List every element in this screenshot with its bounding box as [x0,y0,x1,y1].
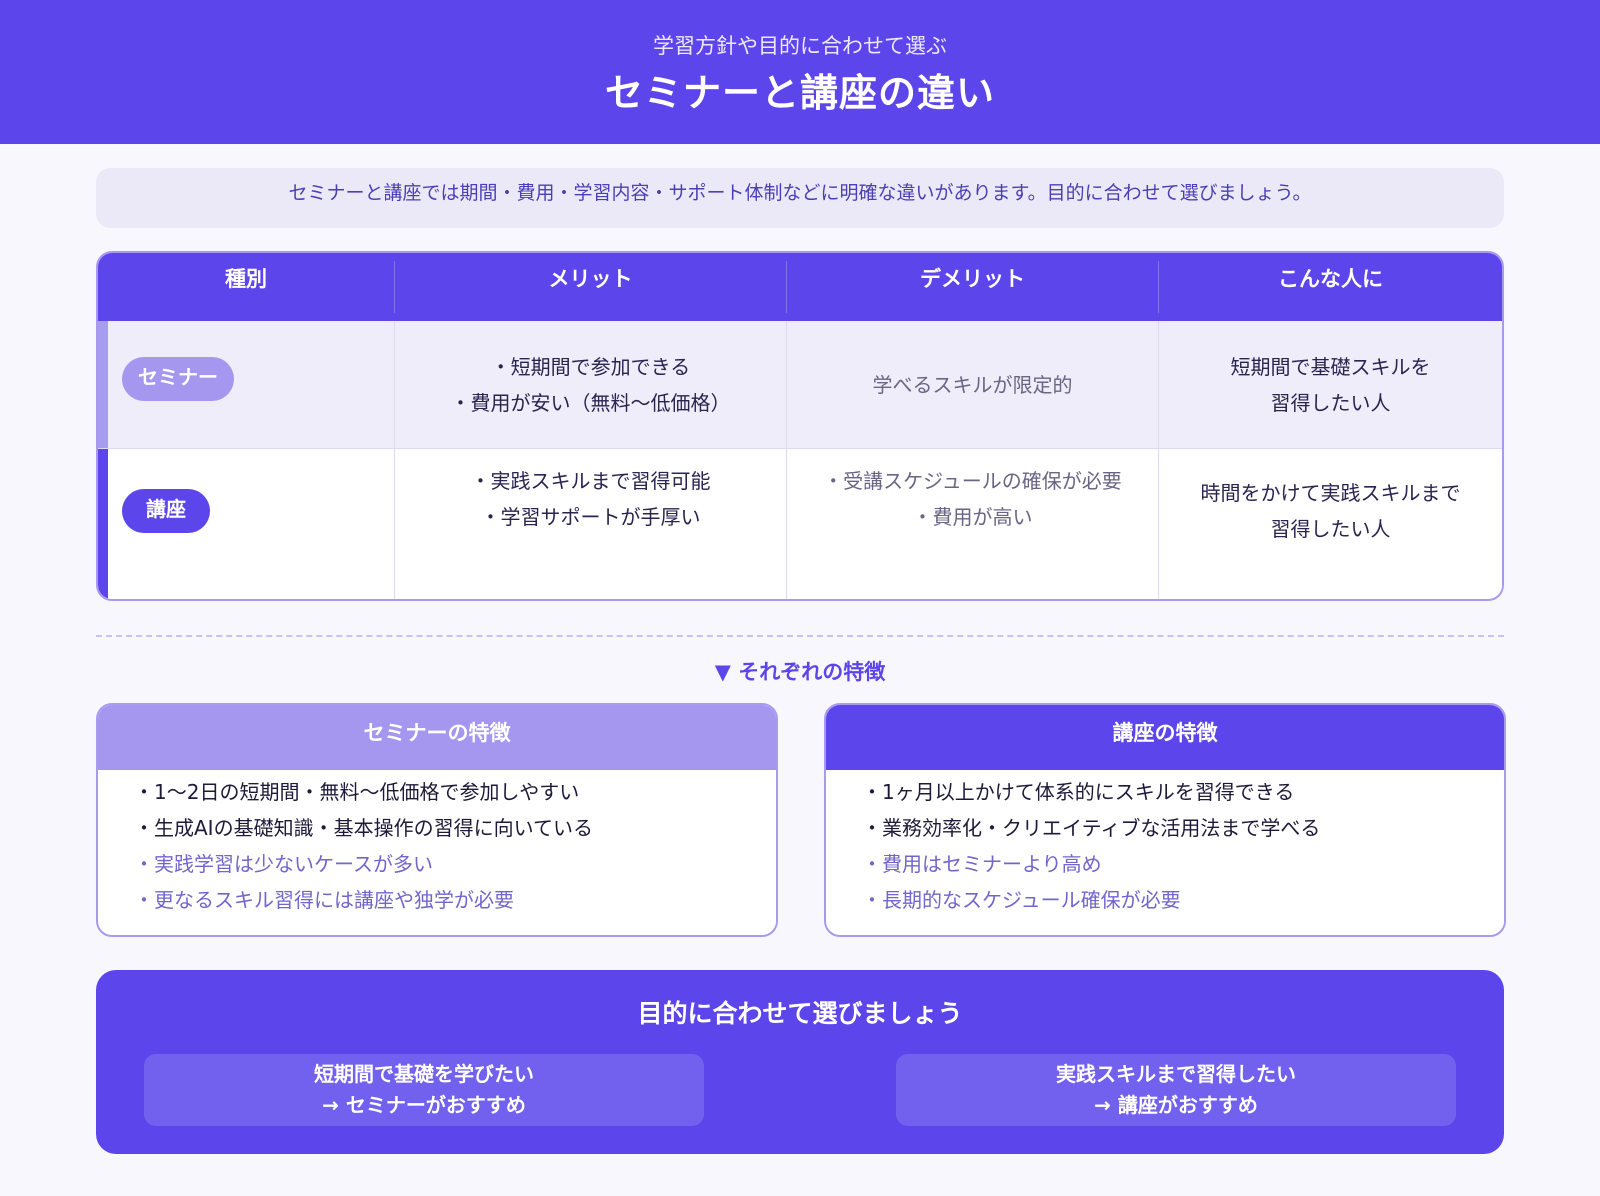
recommend-course: 実践スキルまで習得したい → 講座がおすすめ [896,1054,1456,1126]
target-cell: 時間をかけて実践スキルまで 習得したい人 [1158,449,1502,599]
card-title: 講座の特徴 [826,705,1504,770]
list-item: ・業務効率化・クリエイティブな活用法まで学べる [862,816,1321,840]
list-item: ・更なるスキル習得には講座や独学が必要 [134,888,514,912]
recommendation-panel: 目的に合わせて選びましょう 短期間で基礎を学びたい → セミナーがおすすめ 実践… [96,970,1504,1154]
card-title: セミナーの特徴 [98,705,776,770]
demerit-cell: ・受講スケジュールの確保が必要 ・費用が高い [786,449,1158,599]
list-item: ・長期的なスケジュール確保が必要 [862,888,1181,912]
recommendation-title: 目的に合わせて選びましょう [637,999,963,1028]
intro-banner: セミナーと講座では期間・費用・学習内容・サポート体制などに明確な違いがあります。… [96,168,1504,228]
feature-list: ・1〜2日の短期間・無料〜低価格で参加しやすい ・生成AIの基礎知識・基本操作の… [98,770,776,918]
header-demerit: デメリット [786,261,1158,313]
page-title: セミナーと講座の違い [604,71,995,115]
course-features-card: 講座の特徴 ・1ヶ月以上かけて体系的にスキルを習得できる ・業務効率化・クリエイ… [824,703,1506,937]
merit-line: ・費用が安い（無料〜低価格） [450,390,731,415]
list-item: ・費用はセミナーより高め [862,852,1102,876]
recommend-seminar: 短期間で基礎を学びたい → セミナーがおすすめ [144,1054,704,1126]
list-item: ・実践学習は少ないケースが多い [134,852,433,876]
header-target: こんな人に [1158,261,1502,313]
demerit-cell: 学べるスキルが限定的 [786,321,1158,448]
merit-line: ・学習サポートが手厚い [480,505,701,529]
header-merit: メリット [394,261,786,313]
target-line: 習得したい人 [1270,517,1391,541]
demerit-line: ・費用が高い [912,505,1033,529]
recommend-line: 短期間で基礎を学びたい [314,1062,534,1086]
feature-list: ・1ヶ月以上かけて体系的にスキルを習得できる ・業務効率化・クリエイティブな活用… [826,770,1504,918]
merit-line: ・短期間で参加できる [490,354,691,379]
header-type: 種別 [225,267,267,291]
page-header: 学習方針や目的に合わせて選ぶ セミナーと講座の違い [0,0,1600,144]
list-item: ・生成AIの基礎知識・基本操作の習得に向いている [134,816,593,840]
features-label: ▼ それぞれの特徴 [714,660,886,684]
seminar-features-card: セミナーの特徴 ・1〜2日の短期間・無料〜低価格で参加しやすい ・生成AIの基礎… [96,703,778,937]
merit-cell: ・短期間で参加できる ・費用が安い（無料〜低価格） [394,321,786,448]
demerit-line: 学べるスキルが限定的 [872,372,1073,397]
row-accent-bar [98,321,108,448]
merit-cell: ・実践スキルまで習得可能 ・学習サポートが手厚い [394,449,786,599]
list-item: ・1〜2日の短期間・無料〜低価格で参加しやすい [134,780,580,804]
type-pill-seminar: セミナー [122,357,234,401]
demerit-line: ・受講スケジュールの確保が必要 [823,469,1122,493]
list-item: ・1ヶ月以上かけて体系的にスキルを習得できる [862,780,1295,804]
page-subtitle: 学習方針や目的に合わせて選ぶ [653,34,947,58]
target-cell: 短期間で基礎スキルを 習得したい人 [1158,321,1502,448]
table-row-course: 講座 ・実践スキルまで習得可能 ・学習サポートが手厚い ・受講スケジュールの確保… [98,449,1502,599]
target-line: 習得したい人 [1270,390,1391,415]
table-row-seminar: セミナー ・短期間で参加できる ・費用が安い（無料〜低価格） 学べるスキルが限定… [98,321,1502,449]
row-accent-bar [98,449,108,599]
comparison-table: 種別 メリット デメリット こんな人に セミナー ・短期間で参加できる ・費用が… [96,251,1504,601]
target-line: 時間をかけて実践スキルまで [1200,481,1461,505]
recommend-line: → セミナーがおすすめ [322,1093,526,1117]
section-divider [96,635,1504,637]
recommend-line: → 講座がおすすめ [1094,1093,1258,1117]
type-pill-course: 講座 [122,489,210,533]
table-header: 種別 メリット デメリット こんな人に [98,253,1502,321]
merit-line: ・実践スキルまで習得可能 [470,469,711,493]
recommend-line: 実践スキルまで習得したい [1056,1062,1296,1086]
target-line: 短期間で基礎スキルを [1230,354,1431,379]
